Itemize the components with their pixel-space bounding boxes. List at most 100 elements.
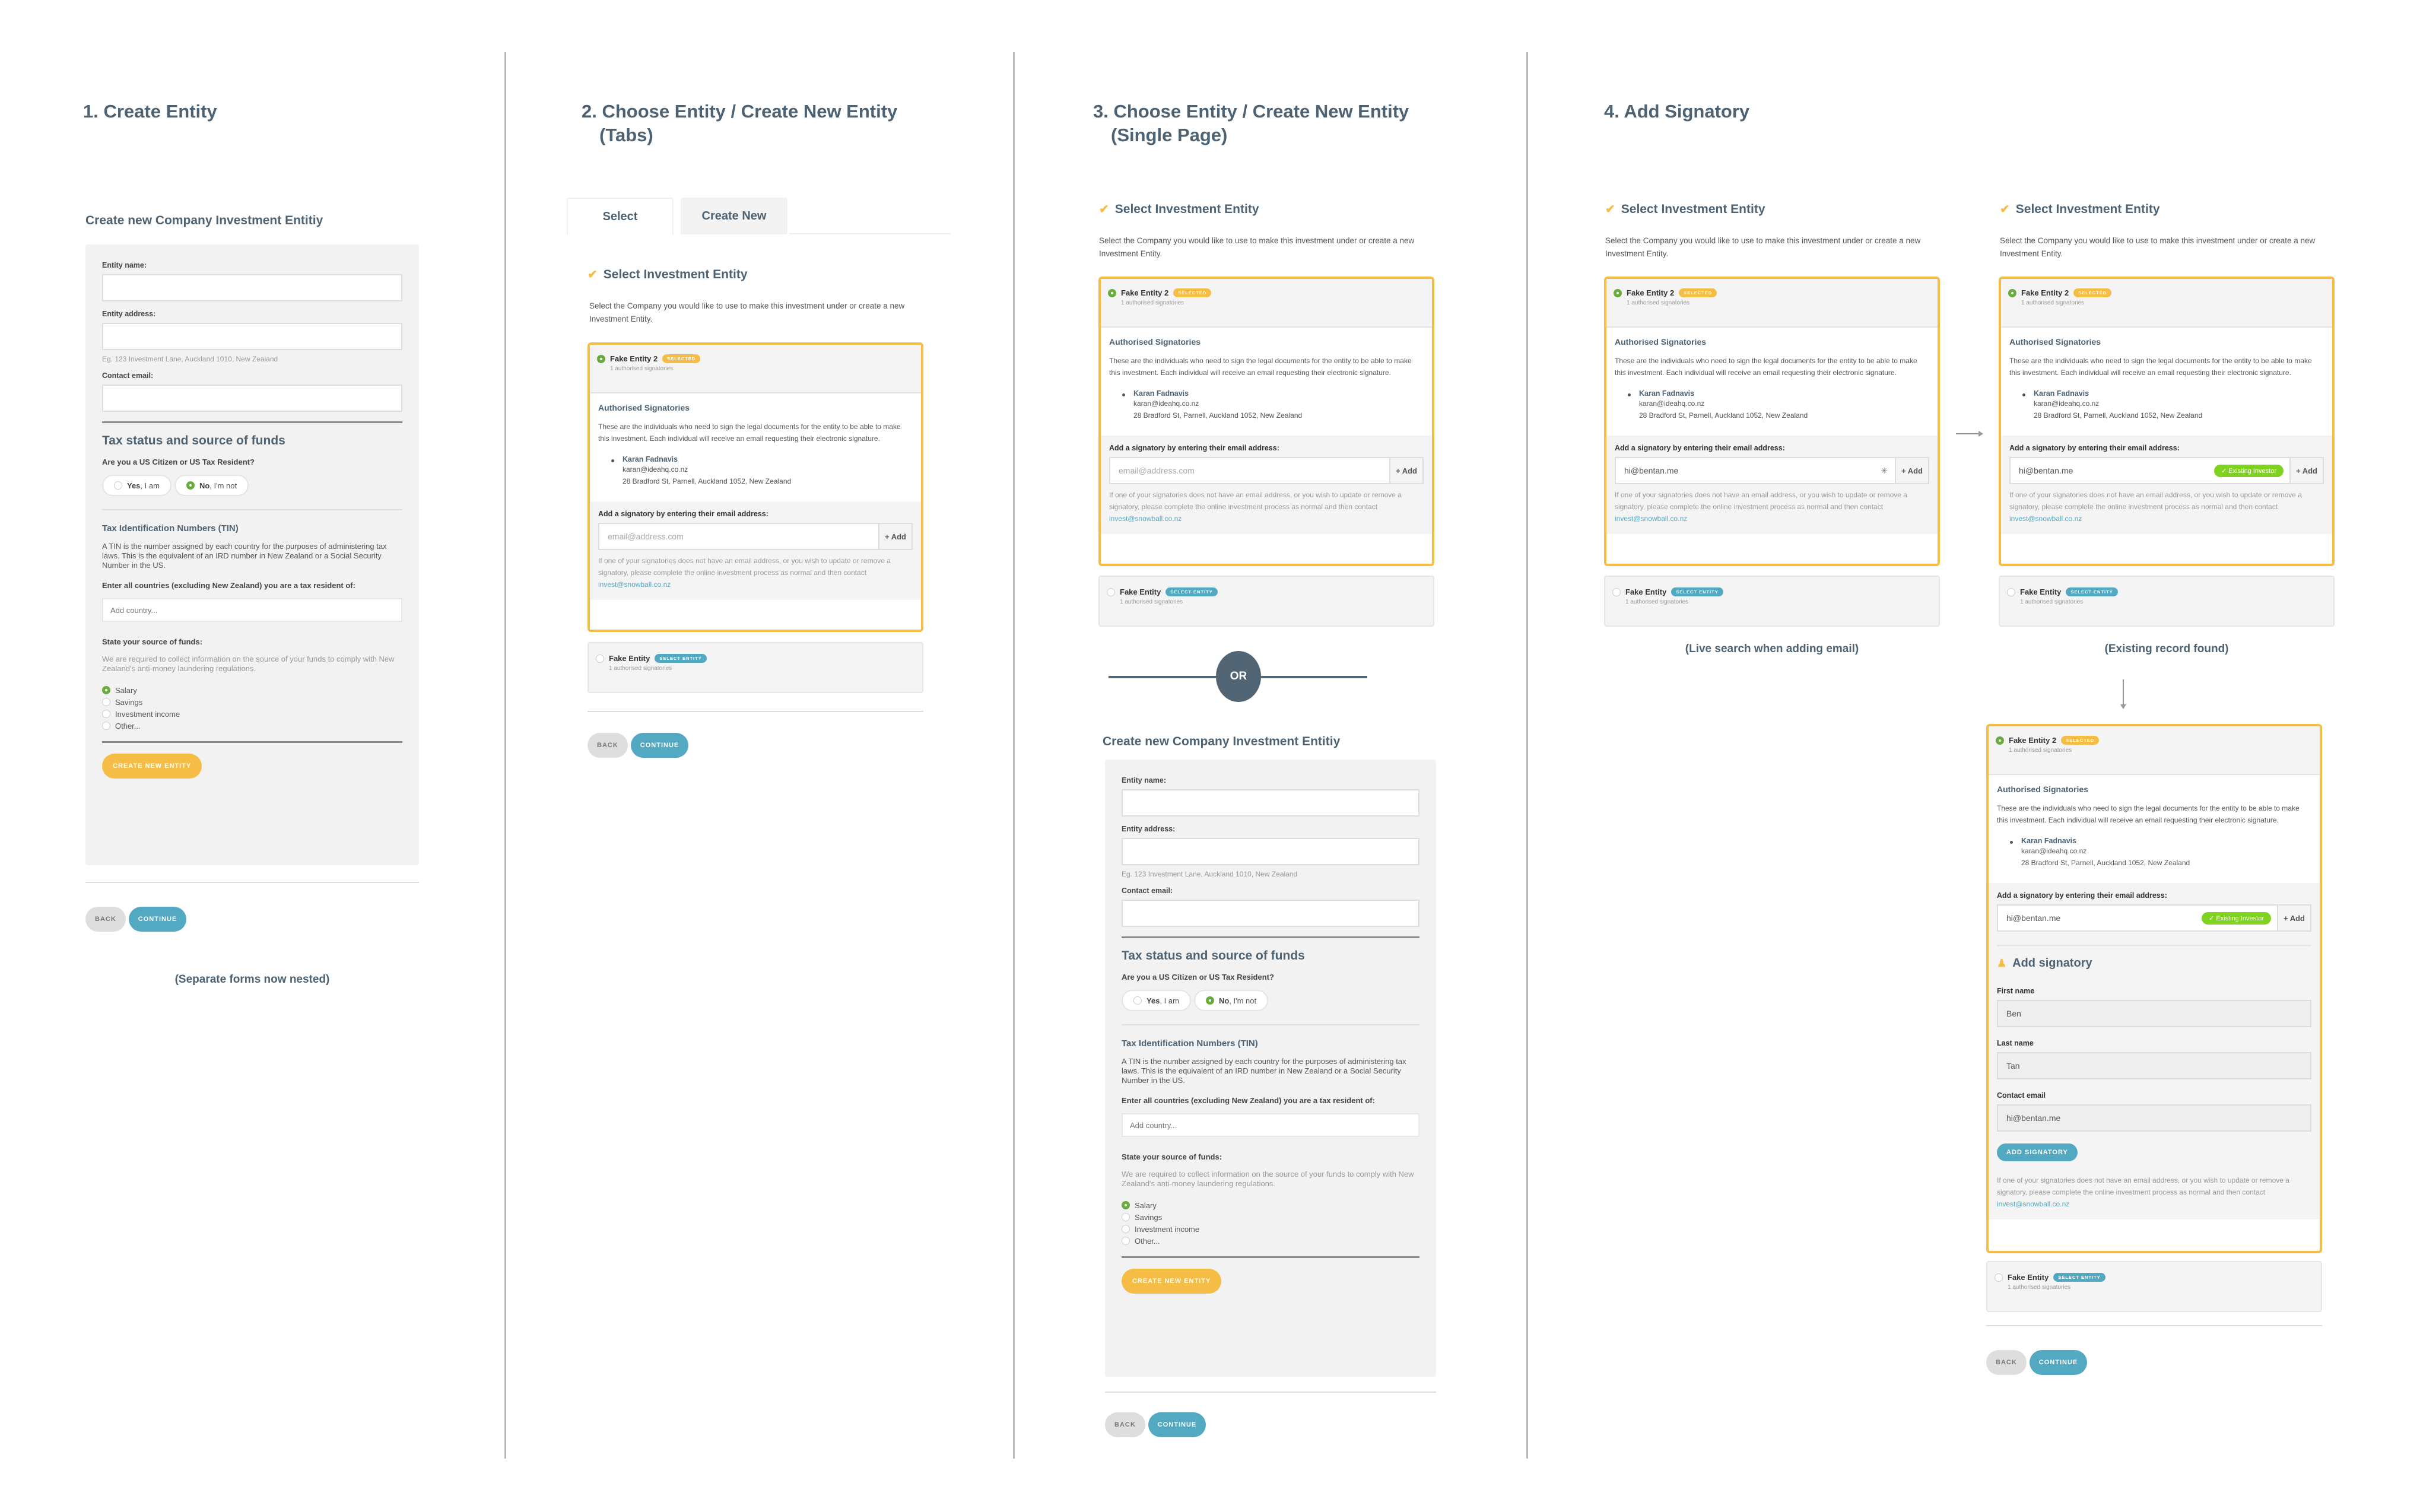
create-entity-form: Entity name: Entity address: Eg. 123 Inv… (1105, 760, 1436, 1377)
funds-option-investment-income[interactable]: Investment income (1122, 1223, 1419, 1235)
radio-icon (102, 722, 110, 730)
signatory-item: Karan Fadnavis karan@ideahq.co.nz 28 Bradf… (1109, 389, 1424, 421)
selected-entity-card[interactable]: Fake Entity 2 SELECTED 1 authorised signa… (1999, 277, 2335, 566)
support-email-link[interactable]: invest@snowball.co.nz (1615, 514, 1687, 523)
us-yes-option[interactable]: Yes, I am (102, 475, 172, 496)
radio-selected-icon (1614, 288, 1622, 297)
funds-option-other[interactable]: Other... (1122, 1235, 1419, 1247)
signatory-email-input[interactable]: email@address.com (599, 524, 878, 549)
country-input[interactable]: Add country... (102, 598, 402, 622)
first-name-label: First name (1997, 987, 2035, 995)
entity-card-fake-entity[interactable]: Fake Entity SELECT ENTITY 1 authorised si… (1986, 1261, 2322, 1312)
tab-select[interactable]: Select (567, 198, 674, 234)
add-signatory-button[interactable]: ADD SIGNATORY (1997, 1143, 2078, 1161)
radio-icon (1107, 587, 1115, 596)
divider (1122, 1024, 1419, 1025)
entity-name-input[interactable] (1122, 789, 1419, 817)
funds-label: State your source of funds: (1122, 1152, 1222, 1161)
selected-entity-card-expanded[interactable]: Fake Entity 2 SELECTED 1 authorised signa… (1986, 724, 2322, 1253)
select-entity-heading: ✔ Select Investment Entity (587, 267, 748, 282)
first-name-field[interactable]: Ben (1997, 1000, 2311, 1027)
back-button[interactable]: BACK (1986, 1350, 2027, 1375)
support-email-link[interactable]: invest@snowball.co.nz (2009, 514, 2082, 523)
contact-email-input[interactable] (102, 385, 402, 412)
select-entity-badge[interactable]: SELECT ENTITY (1671, 587, 1723, 596)
column-2-title: 2. Choose Entity / Create New Entity (Tab… (582, 101, 898, 145)
back-button[interactable]: BACK (85, 907, 126, 932)
entity-card-fake-entity[interactable]: Fake Entity SELECT ENTITY 1 authorised si… (1098, 576, 1434, 627)
continue-button[interactable]: CONTINUE (630, 733, 689, 758)
back-button[interactable]: BACK (587, 733, 628, 758)
tin-heading: Tax Identification Numbers (TIN) (1122, 1038, 1258, 1049)
us-question: Are you a US Citizen or US Tax Resident? (1122, 973, 1274, 981)
add-signatory-email-button[interactable]: + Add (1895, 458, 1928, 483)
entity-card-fake-entity[interactable]: Fake Entity SELECT ENTITY 1 authorised si… (587, 642, 923, 693)
select-entity-badge[interactable]: SELECT ENTITY (2053, 1273, 2105, 1282)
column-3-title: 3. Choose Entity / Create New Entity (Sin… (1093, 101, 1409, 145)
add-signatory-email-button[interactable]: + Add (1389, 458, 1422, 483)
continue-button[interactable]: CONTINUE (128, 907, 187, 932)
support-email-link[interactable]: invest@snowball.co.nz (1997, 1200, 2069, 1208)
continue-button[interactable]: CONTINUE (1148, 1412, 1206, 1437)
signatory-email-input[interactable]: hi@bentan.me ✳ (1616, 458, 1895, 483)
create-new-entity-button[interactable]: CREATE NEW ENTITY (102, 754, 202, 779)
funds-option-salary[interactable]: Salary (102, 684, 402, 696)
support-email-link[interactable]: invest@snowball.co.nz (598, 580, 671, 589)
select-entity-badge[interactable]: SELECT ENTITY (1165, 587, 1218, 596)
entity-card-fake-entity[interactable]: Fake Entity SELECT ENTITY 1 authorised si… (1604, 576, 1940, 627)
add-signatory-email-button[interactable]: + Add (2277, 906, 2310, 930)
entity-address-input[interactable] (102, 323, 402, 350)
divider (1105, 1392, 1436, 1393)
divider (1997, 945, 2311, 946)
select-entity-badge[interactable]: SELECT ENTITY (2066, 587, 2118, 596)
existing-record-caption: (Existing record found) (2104, 643, 2229, 655)
select-entity-badge[interactable]: SELECT ENTITY (655, 654, 707, 663)
signatory-email-input[interactable]: email@address.com (1110, 458, 1389, 483)
entity-name-input[interactable] (102, 274, 402, 301)
country-input[interactable]: Add country... (1122, 1113, 1419, 1137)
column-4-title: 4. Add Signatory (1604, 101, 1750, 122)
radio-icon (114, 481, 122, 490)
radio-icon (1612, 587, 1621, 596)
signatory-email-input[interactable]: hi@bentan.me ✓ Existing Investor (2011, 458, 2289, 483)
funds-label: State your source of funds: (102, 637, 203, 646)
select-entity-heading: ✔ Select Investment Entity (2000, 202, 2160, 217)
tab-underline (789, 233, 951, 234)
funds-option-savings[interactable]: Savings (102, 696, 402, 708)
entity-address-input[interactable] (1122, 838, 1419, 865)
radio-selected-icon (1108, 288, 1116, 297)
contact-email-field[interactable]: hi@bentan.me (1997, 1104, 2311, 1132)
selected-entity-card[interactable]: Fake Entity 2 SELECTED 1 authorised signa… (1604, 277, 1940, 566)
selected-entity-card[interactable]: Fake Entity 2 SELECTED 1 authorised signa… (1098, 277, 1434, 566)
us-no-option[interactable]: No, I'm not (174, 475, 249, 496)
funds-description: We are required to collect information o… (1122, 1170, 1414, 1188)
radio-icon (102, 710, 110, 718)
radio-selected-icon (186, 481, 195, 490)
selected-entity-card[interactable]: Fake Entity 2 SELECTED 1 authorised signa… (587, 342, 923, 632)
last-name-field[interactable]: Tan (1997, 1052, 2311, 1079)
entity-card-fake-entity[interactable]: Fake Entity SELECT ENTITY 1 authorised si… (1999, 576, 2335, 627)
add-signatory-heading: ♟ Add signatory (1997, 957, 2092, 970)
tab-create-new[interactable]: Create New (681, 198, 787, 234)
us-yes-option[interactable]: Yes, I am (1122, 990, 1191, 1011)
us-no-option[interactable]: No, I'm not (1193, 990, 1269, 1011)
column-divider (1526, 52, 1528, 1459)
funds-option-other[interactable]: Other... (102, 720, 402, 732)
funds-option-salary[interactable]: Salary (1122, 1199, 1419, 1211)
entity-address-hint: Eg. 123 Investment Lane, Auckland 1010, … (102, 355, 278, 363)
radio-selected-icon (102, 686, 110, 694)
funds-option-investment-income[interactable]: Investment income (102, 708, 402, 720)
continue-button[interactable]: CONTINUE (2029, 1350, 2088, 1375)
tax-heading: Tax status and source of funds (102, 434, 285, 447)
divider (1122, 936, 1419, 938)
support-email-link[interactable]: invest@snowball.co.nz (1109, 514, 1182, 523)
signatory-email-input[interactable]: hi@bentan.me ✓ Existing Investor (1998, 906, 2277, 930)
funds-option-savings[interactable]: Savings (1122, 1211, 1419, 1223)
add-signatory-email-button[interactable]: + Add (2289, 458, 2323, 483)
contact-email-input[interactable] (1122, 900, 1419, 927)
select-entity-heading: ✔ Select Investment Entity (1605, 202, 1765, 217)
back-button[interactable]: BACK (1105, 1412, 1145, 1437)
contact-email-label: Contact email: (1122, 887, 1173, 895)
add-signatory-email-button[interactable]: + Add (878, 524, 912, 549)
create-new-entity-button[interactable]: CREATE NEW ENTITY (1122, 1269, 1222, 1294)
